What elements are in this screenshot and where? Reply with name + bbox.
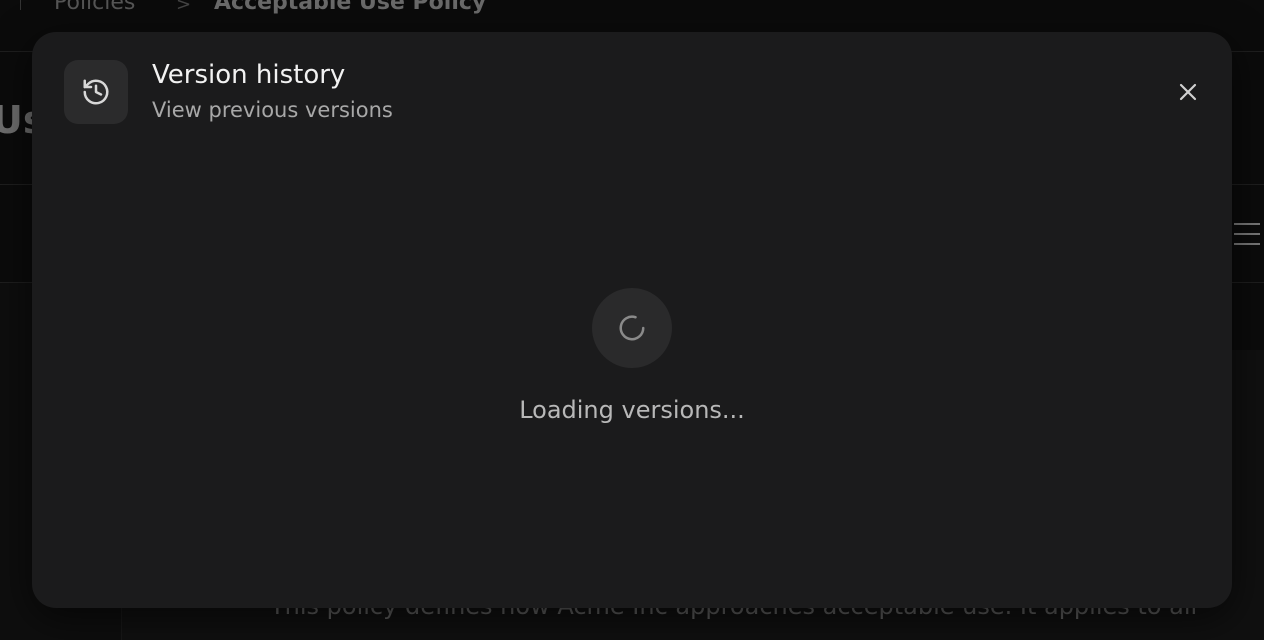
loading-text: Loading versions...	[519, 396, 745, 424]
modal-title: Version history	[152, 60, 346, 90]
loading-spinner	[592, 288, 672, 368]
modal-subtitle: View previous versions	[152, 98, 393, 122]
breadcrumb-policies[interactable]: Policies	[54, 0, 135, 15]
menu-icon[interactable]	[1234, 223, 1260, 245]
spinner-icon	[619, 315, 645, 341]
history-icon-container	[64, 60, 128, 124]
close-icon	[1179, 83, 1197, 101]
breadcrumb-separator: >	[176, 0, 192, 15]
breadcrumb-current: Acceptable Use Policy	[214, 0, 487, 15]
version-history-modal: Version history View previous versions L…	[32, 32, 1232, 608]
topbar-divider	[20, 0, 21, 10]
history-icon	[83, 79, 109, 105]
close-button[interactable]	[1172, 76, 1204, 108]
